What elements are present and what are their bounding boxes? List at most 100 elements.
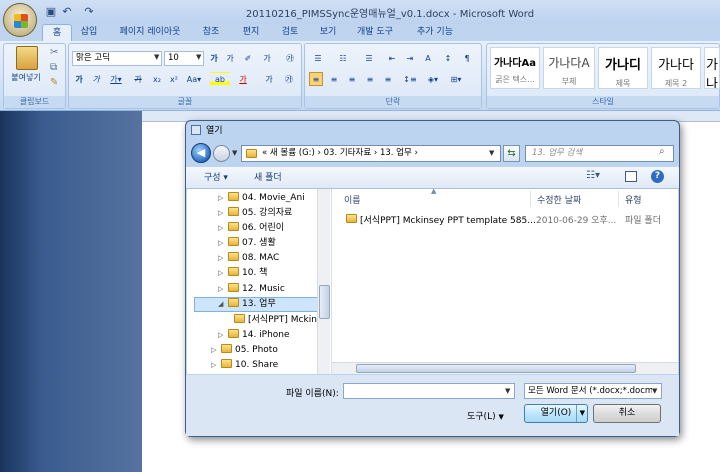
tab-page-layout[interactable]: 페이지 레이아웃	[112, 24, 188, 41]
align-left-icon[interactable]: ≡	[309, 72, 323, 86]
folder-icon	[221, 359, 232, 368]
help-icon[interactable]: ?	[651, 170, 664, 183]
open-label: 열기(O)	[540, 408, 572, 418]
tab-insert[interactable]: 삽입	[75, 24, 103, 41]
filetype-select[interactable]: 모든 Word 문서 (*.docx;*.docm	[524, 383, 662, 399]
align-right-icon[interactable]: ≡	[345, 72, 359, 86]
view-options-icon[interactable]: ☷▾	[586, 170, 600, 181]
search-icon[interactable]: ⌕	[659, 146, 665, 157]
tab-add-ins[interactable]: 추가 기능	[410, 24, 460, 41]
file-list-scrollbar[interactable]	[332, 362, 678, 374]
file-row[interactable]: [서식PPT] Mckinsey PPT template 585... 201…	[334, 211, 676, 227]
undo-icon[interactable]: ↶	[60, 5, 74, 19]
cut-icon[interactable]: ✂	[50, 47, 58, 58]
tab-mailings[interactable]: 편지	[236, 24, 266, 41]
multilevel-list-icon[interactable]: ☰	[360, 51, 378, 65]
underline-icon[interactable]: 가▾	[107, 72, 125, 86]
font-size-dropdown-icon[interactable]: ▼	[196, 53, 201, 61]
filename-dropdown-icon[interactable]: ▼	[505, 387, 510, 395]
style-card-partial[interactable]: 가나 ㅈ	[704, 47, 720, 89]
bold-icon[interactable]: 가	[72, 72, 86, 86]
recent-locations-icon[interactable]: ▼	[232, 149, 237, 157]
enclose-circle-icon[interactable]: ㉮	[282, 72, 296, 86]
copy-icon[interactable]: ⧉	[50, 62, 57, 73]
numbering-icon[interactable]: ☷	[334, 51, 352, 65]
redo-icon[interactable]: ↷	[82, 5, 96, 19]
char-shading-icon[interactable]: 가	[262, 72, 276, 86]
tab-view[interactable]: 보기	[313, 24, 343, 41]
new-folder-button[interactable]: 새 폴더	[254, 170, 282, 183]
distributed-icon[interactable]: ≡	[381, 72, 395, 86]
enclose-char-icon[interactable]: ㉮	[283, 51, 297, 65]
shading-icon[interactable]: ◈▾	[424, 72, 442, 86]
column-separator[interactable]	[618, 191, 619, 207]
grow-font-icon[interactable]: 가	[207, 51, 221, 65]
paste-icon[interactable]	[16, 46, 38, 70]
address-dropdown-icon[interactable]: ▼	[489, 149, 494, 157]
italic-icon[interactable]: 가	[89, 72, 103, 86]
column-header-date[interactable]: 수정한 날짜	[537, 193, 581, 206]
style-card-strong[interactable]: 가나다Aa 굵은 텍스...	[490, 47, 540, 89]
file-list-scrollbar-thumb[interactable]	[356, 364, 636, 373]
show-marks-icon[interactable]: ¶	[460, 51, 474, 65]
shrink-font-icon[interactable]: 가	[223, 51, 237, 65]
highlight-icon[interactable]: ab	[210, 72, 230, 86]
office-button[interactable]	[3, 3, 37, 37]
change-case-icon[interactable]: Aa▾	[185, 72, 203, 86]
style-name: 제목 2	[664, 79, 688, 88]
tab-home[interactable]: 홈	[42, 24, 72, 41]
justify-icon[interactable]: ≡	[363, 72, 377, 86]
column-header-type[interactable]: 유형	[625, 193, 642, 206]
filename-input[interactable]	[343, 383, 515, 399]
phonetic-guide-icon[interactable]: 가	[260, 51, 274, 65]
superscript-icon[interactable]: x²	[167, 72, 181, 86]
preview-pane-icon[interactable]	[625, 171, 637, 182]
strikethrough-icon[interactable]: 가	[131, 72, 145, 86]
format-painter-icon[interactable]: ✎	[50, 77, 58, 88]
clipboard-group-label: 클립보드	[4, 96, 65, 108]
cancel-button[interactable]: 취소	[593, 404, 661, 423]
paste-button[interactable]: 붙여넣기	[6, 72, 46, 83]
file-date: 2010-06-29 오후...	[536, 216, 617, 226]
style-card-title[interactable]: 가나디 제목	[598, 47, 648, 89]
bullets-icon[interactable]: ☰	[309, 51, 327, 65]
nav-scrollbar-thumb[interactable]	[319, 285, 330, 319]
window-title: 20110216_PIMSSync운영매뉴얼_v0.1.docx - Micro…	[245, 9, 535, 20]
subscript-icon[interactable]: x₂	[150, 72, 164, 86]
line-spacing-icon[interactable]: ↕≡	[401, 72, 419, 86]
font-size-value: 10	[168, 53, 179, 63]
refresh-icon: ⇆	[507, 148, 516, 159]
style-card-heading2[interactable]: 가나다 제목 2	[651, 47, 701, 89]
clear-format-icon[interactable]: ✐	[241, 51, 255, 65]
refresh-button[interactable]: ⇆	[503, 145, 520, 162]
font-name-dropdown-icon[interactable]: ▼	[154, 53, 159, 61]
font-color-icon[interactable]: 가	[234, 72, 252, 86]
search-input[interactable]: 13. 업무 검색	[525, 145, 674, 162]
organize-button[interactable]: 구성 ▾	[204, 170, 228, 183]
tab-developer[interactable]: 개발 도구	[352, 24, 398, 41]
decrease-indent-icon[interactable]: ⇤	[385, 51, 399, 65]
column-separator[interactable]	[530, 191, 531, 207]
increase-indent-icon[interactable]: ⇥	[403, 51, 417, 65]
nav-item[interactable]: [서식PPT] Mckinsey	[234, 313, 318, 328]
nav-scrollbar[interactable]	[317, 189, 330, 374]
tools-button[interactable]: 도구(L) ▼	[467, 409, 504, 422]
filetype-dropdown-icon[interactable]: ▼	[652, 387, 658, 395]
style-preview: 가나다A	[548, 56, 590, 70]
font-name-box[interactable]: 맑은 고딕	[72, 51, 162, 66]
forward-button[interactable]	[213, 145, 230, 162]
tab-review[interactable]: 검토	[275, 24, 305, 41]
open-dropdown-icon[interactable]: ▼	[575, 405, 585, 422]
sort-icon[interactable]: ↕	[441, 51, 455, 65]
tab-references[interactable]: 참조	[196, 24, 226, 41]
asian-layout-icon[interactable]: A	[421, 51, 435, 65]
borders-icon[interactable]: ⊞▾	[447, 72, 465, 86]
open-button[interactable]: 열기(O) ▼	[524, 404, 588, 423]
align-center-icon[interactable]: ≡	[327, 72, 341, 86]
column-header-name[interactable]: 이름	[344, 193, 361, 206]
address-bar[interactable]: « 새 볼륨 (G:) › 03. 기타자료 › 13. 업무 ›	[241, 145, 501, 162]
paragraph-group-label: 단락	[305, 96, 481, 108]
back-button[interactable]: ◀	[191, 143, 211, 163]
style-card-subtitle[interactable]: 가나다A 부제	[543, 47, 595, 89]
save-icon[interactable]: ▣	[44, 5, 58, 19]
